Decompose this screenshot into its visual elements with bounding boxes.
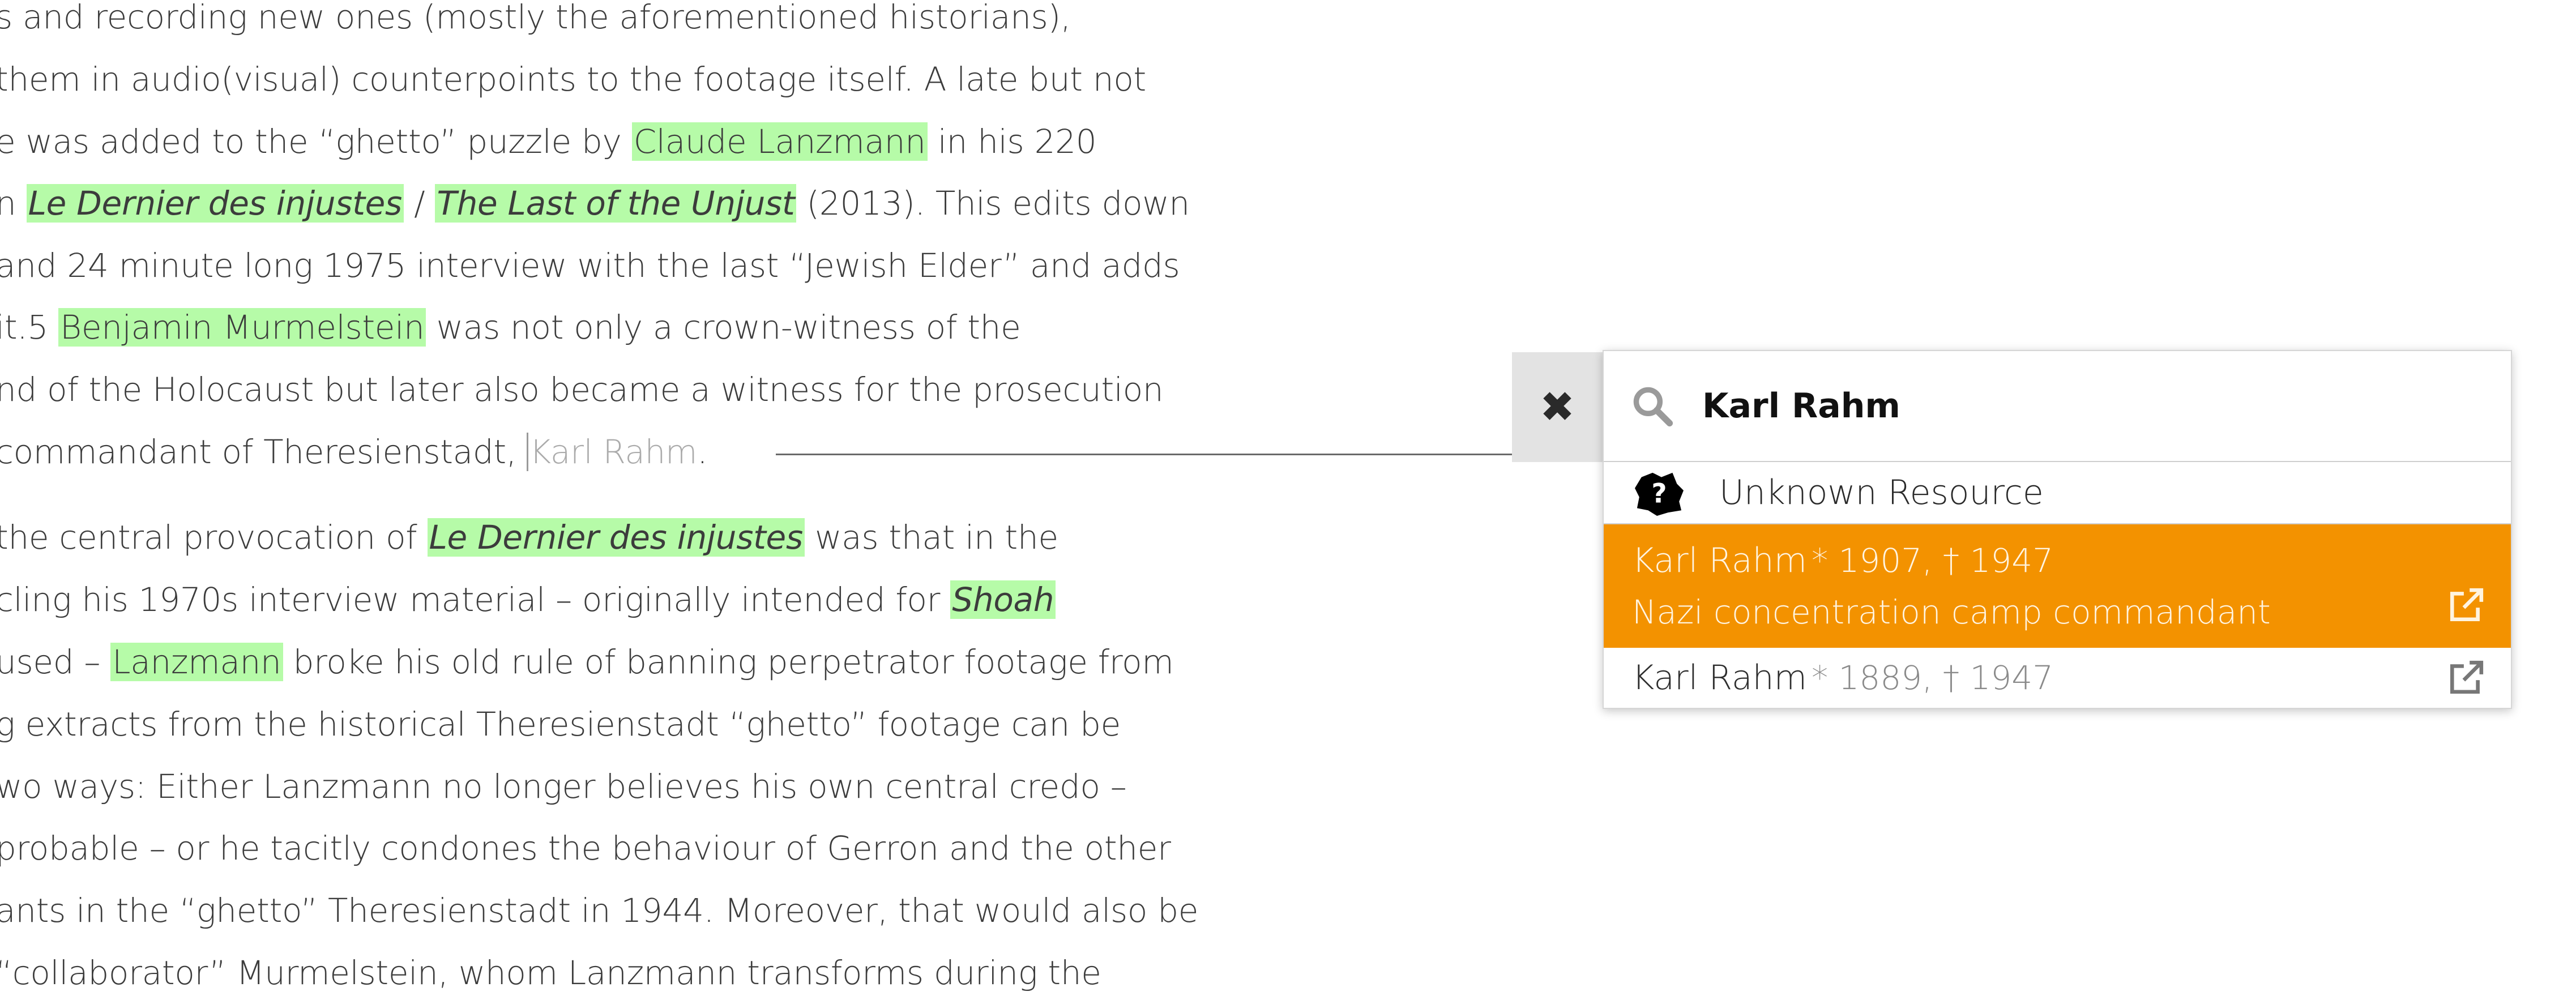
search-result-1[interactable]: Karl Rahm * 1907, † 1947 Nazi concentrat…	[1604, 524, 2511, 648]
text-segment: e was added to the “ghetto” puzzle by	[0, 122, 632, 161]
text-segment: the central provocation of	[0, 518, 428, 557]
text-line: ants in the “ghetto” Theresienstadt in 1…	[0, 886, 1198, 935]
result-dates: * 1889, † 1947	[1812, 659, 2054, 697]
text-line: e was added to the “ghetto” puzzle by Cl…	[0, 117, 1097, 166]
text-line: used – Lanzmann broke his old rule of ba…	[0, 638, 1174, 686]
text-segment: was not only a crown-witness of the	[426, 308, 1021, 347]
text-segment: s and recording new ones (mostly the afo…	[0, 0, 1071, 36]
text-segment: /	[403, 184, 435, 223]
text-segment: .	[697, 433, 708, 471]
text-segment: n	[0, 184, 16, 223]
entity-annotation[interactable]: Claude Lanzmann	[631, 122, 928, 161]
text-line: commandant of Theresienstadt, Karl Rahm.	[0, 428, 708, 476]
text-line: probable – or he tacitly condones the be…	[0, 824, 1171, 873]
external-link-icon[interactable]	[2447, 659, 2485, 696]
text-line: wo ways: Either Lanzmann no longer belie…	[0, 762, 1127, 811]
text-segment: in his 220	[927, 122, 1097, 161]
text-segment: “collaborator” Murmelstein, whom Lanzman…	[0, 954, 1101, 992]
text-line: “collaborator” Murmelstein, whom Lanzman…	[0, 948, 1101, 997]
search-icon	[1633, 387, 1673, 427]
text-segment: and 24 minute long 1975 interview with t…	[0, 246, 1180, 285]
result-name: Karl Rahm	[1632, 658, 1808, 698]
text-segment: (2013). This edits down	[796, 184, 1190, 223]
text-segment: wo ways: Either Lanzmann no longer belie…	[0, 767, 1127, 806]
result-dates: * 1907, † 1947	[1812, 541, 2054, 580]
text-line: s and recording new ones (mostly the afo…	[0, 0, 1071, 41]
close-popup-button[interactable]: ✖	[1512, 352, 1603, 462]
unknown-resource-label: Unknown Resource	[1719, 473, 2044, 512]
result-name: Karl Rahm	[1632, 541, 1808, 580]
search-row	[1604, 351, 2511, 462]
text-line: it.5 Benjamin Murmelstein was not only a…	[0, 303, 1021, 352]
text-line: nd of the Holocaust but later also becam…	[0, 365, 1164, 414]
entity-annotation[interactable]: The Last of the Unjust	[435, 184, 797, 223]
entity-annotation[interactable]: Shoah	[950, 580, 1056, 619]
unknown-resource-icon: ?	[1635, 472, 1684, 516]
text-line: them in audio(visual) counterpoints to t…	[0, 55, 1146, 104]
pending-entity-annotation[interactable]: Karl Rahm	[527, 433, 698, 471]
entity-annotation[interactable]: Le Dernier des injustes	[427, 518, 805, 557]
annotation-connector-line	[776, 454, 1512, 455]
svg-text:?: ?	[1651, 478, 1667, 510]
text-segment: it.5	[0, 308, 59, 347]
result-description: Nazi concentration camp commandant	[1632, 593, 2271, 631]
text-segment: used –	[0, 643, 111, 681]
entity-annotation[interactable]: Lanzmann	[110, 643, 283, 681]
text-line: n Le Dernier des injustes / The Last of …	[0, 179, 1190, 228]
text-segment: ants in the “ghetto” Theresienstadt in 1…	[0, 891, 1199, 930]
text-line: and 24 minute long 1975 interview with t…	[0, 241, 1180, 290]
text-line: cling his 1970s interview material – ori…	[0, 575, 1056, 624]
text-line: g extracts from the historical Theresien…	[0, 700, 1121, 749]
document-body: s and recording new ones (mostly the afo…	[0, 0, 1518, 1000]
text-segment: them in audio(visual) counterpoints to t…	[0, 60, 1146, 99]
text-segment: g extracts from the historical Theresien…	[0, 705, 1121, 743]
text-segment: cling his 1970s interview material – ori…	[0, 580, 951, 619]
text-line: the central provocation of Le Dernier de…	[0, 513, 1058, 562]
entity-annotation[interactable]: Benjamin Murmelstein	[58, 308, 426, 347]
entity-annotation[interactable]: Le Dernier des injustes	[26, 184, 404, 223]
external-link-icon[interactable]	[2447, 587, 2485, 624]
search-input[interactable]	[1702, 386, 2438, 426]
search-result-2[interactable]: Karl Rahm * 1889, † 1947	[1604, 648, 2511, 708]
text-segment: broke his old rule of banning perpetrato…	[283, 643, 1174, 681]
text-segment: probable – or he tacitly condones the be…	[0, 829, 1171, 867]
text-segment: was that in the	[804, 518, 1058, 557]
text-segment: nd of the Holocaust but later also becam…	[0, 370, 1164, 409]
close-icon: ✖	[1539, 383, 1575, 431]
entity-lookup-popup: ? Unknown Resource Karl Rahm * 1907, † 1…	[1603, 350, 2512, 709]
unknown-resource-option[interactable]: ? Unknown Resource	[1604, 462, 2511, 524]
text-segment: commandant of Theresienstadt,	[0, 433, 527, 471]
